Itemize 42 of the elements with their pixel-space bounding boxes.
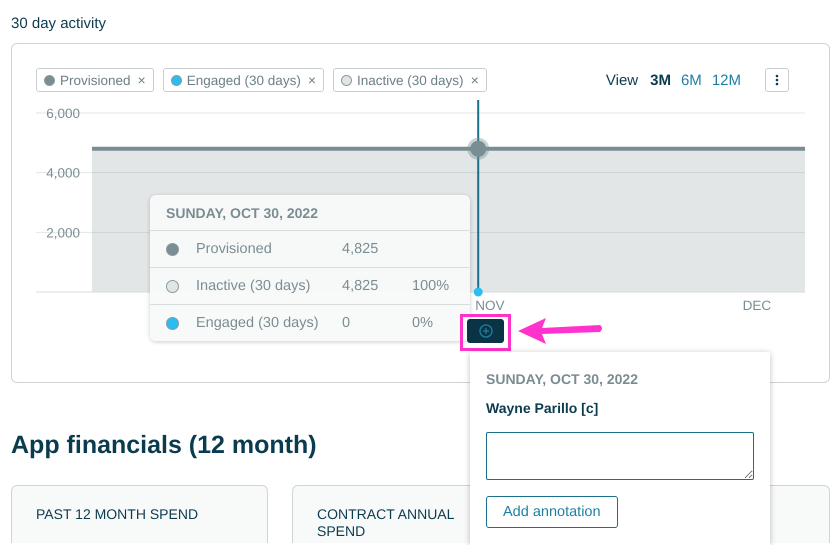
- filter-chip[interactable]: Provisioned ×: [36, 68, 154, 92]
- tooltip-title: SUNDAY, OCT 30, 2022: [150, 195, 470, 231]
- annotation-field[interactable]: [486, 432, 754, 480]
- metric-label: PAST 12 MONTH SPEND: [36, 506, 200, 523]
- x-axis-label: NOV: [475, 298, 504, 313]
- data-point: [474, 288, 483, 296]
- x-axis-label: DEC: [742, 298, 772, 313]
- remove-icon[interactable]: ×: [138, 72, 146, 88]
- series-name: Inactive (30 days): [196, 278, 312, 294]
- plus-circle-icon: [478, 324, 492, 338]
- add-annotation-button[interactable]: [467, 319, 504, 343]
- y-axis-label: 2,000: [46, 225, 80, 240]
- highlight-box: [460, 314, 511, 351]
- series-name: Provisioned: [196, 241, 273, 257]
- series-value: 4,825: [342, 278, 380, 294]
- series-name: Engaged (30 days): [196, 315, 320, 331]
- popup-date: SUNDAY, OCT 30, 2022: [486, 371, 639, 387]
- filter-chip[interactable]: Inactive (30 days) ×: [333, 68, 487, 92]
- add-annotation-button[interactable]: Add annotation: [486, 496, 618, 528]
- section-title: App financials (12 month): [11, 430, 317, 460]
- more-button[interactable]: [765, 68, 789, 92]
- y-axis-label: 4,000: [46, 166, 80, 181]
- kebab-icon: [775, 74, 779, 86]
- author-name: Wayne Parillo [c]: [486, 400, 600, 416]
- range-tab[interactable]: 3M: [650, 72, 671, 88]
- range-tab[interactable]: 6M: [680, 72, 702, 88]
- y-axis-label: 6,000: [46, 106, 80, 121]
- series-percent: 0%: [412, 315, 434, 331]
- chip-label: Provisioned: [60, 72, 131, 88]
- remove-icon[interactable]: ×: [308, 72, 316, 88]
- data-point: [467, 138, 490, 160]
- series-percent: 100%: [412, 278, 450, 294]
- series-value: 0: [342, 315, 352, 331]
- metric-label: CONTRACT ANNUAL SPEND: [317, 506, 455, 540]
- range-tab[interactable]: 12M: [712, 72, 741, 88]
- view-label: View: [606, 72, 638, 88]
- chip-label: Inactive (30 days): [357, 72, 464, 88]
- chip-label: Engaged (30 days): [186, 72, 301, 88]
- series-value: 4,825: [342, 241, 380, 257]
- remove-icon[interactable]: ×: [470, 72, 479, 88]
- filter-chip[interactable]: Engaged (30 days) ×: [162, 68, 324, 92]
- section-title: 30 day activity: [11, 15, 108, 33]
